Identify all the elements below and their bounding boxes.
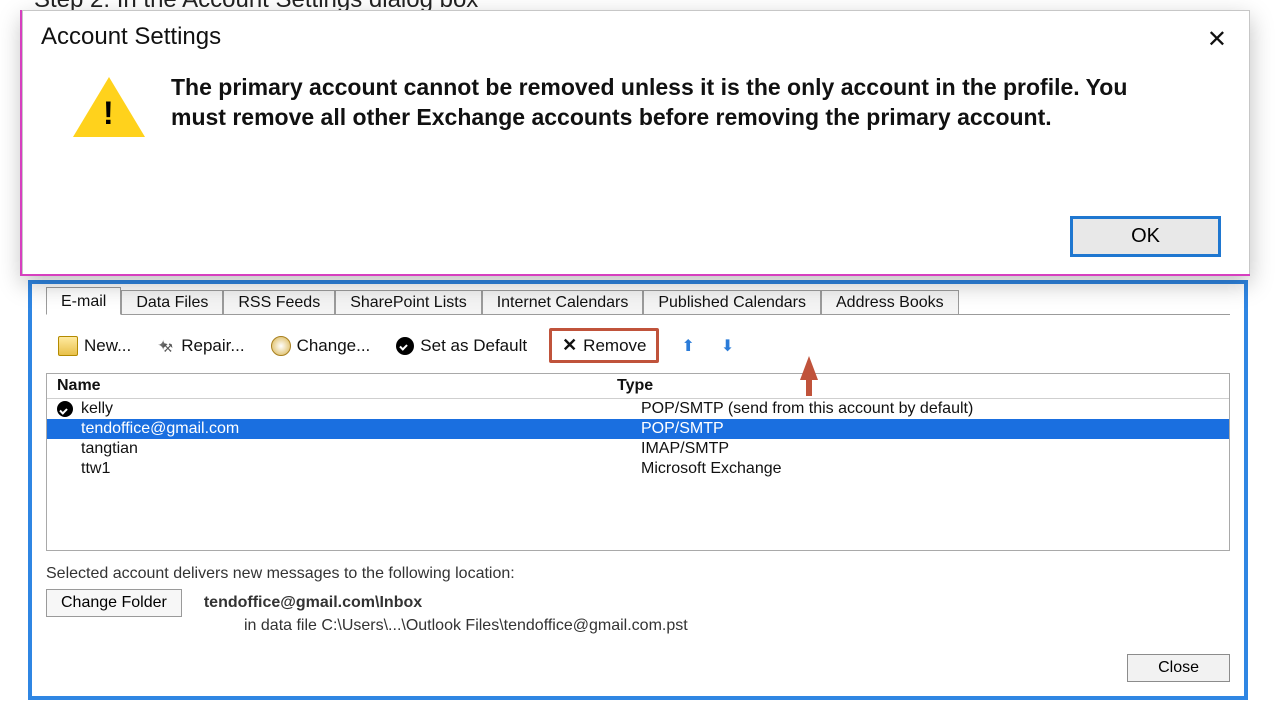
set-default-button[interactable]: Set as Default [392,334,531,358]
remove-label: Remove [583,336,646,356]
list-item[interactable]: tendoffice@gmail.com POP/SMTP [47,419,1229,439]
tab-address-books[interactable]: Address Books [821,290,959,315]
list-item[interactable]: kelly POP/SMTP (send from this account b… [47,399,1229,419]
header-type: Type [617,377,1229,395]
account-name: tangtian [81,440,138,458]
arrow-up-icon: ⬆ [681,336,694,356]
account-settings-window: E-mail Data Files RSS Feeds SharePoint L… [28,280,1248,700]
tab-email[interactable]: E-mail [46,287,121,315]
repair-button[interactable]: Repair... [153,334,248,358]
delivery-section: Selected account delivers new messages t… [46,565,1230,635]
delivery-datafile: in data file C:\Users\...\Outlook Files\… [244,617,1230,635]
annotation-arrow-icon [800,356,818,380]
move-down-button[interactable]: ⬇ [717,334,738,358]
change-icon [271,336,291,356]
annotation-border [20,274,1250,276]
list-header: Name Type [47,374,1229,399]
tabs-underline [46,314,1230,315]
account-name: tendoffice@gmail.com [81,420,239,438]
change-folder-button[interactable]: Change Folder [46,589,182,617]
account-type: Microsoft Exchange [641,460,1229,478]
new-button[interactable]: New... [54,334,135,358]
dialog-close-button[interactable]: ✕ [1197,19,1237,60]
dialog-title: Account Settings [23,11,1249,55]
arrow-down-icon: ⬇ [721,336,734,356]
close-button[interactable]: Close [1127,654,1230,682]
dialog-message: The primary account cannot be removed un… [171,73,1151,133]
envelope-icon [58,336,78,356]
delivery-intro: Selected account delivers new messages t… [46,565,1230,583]
move-up-button[interactable]: ⬆ [677,334,698,358]
warning-icon [73,77,145,137]
account-name: ttw1 [81,460,110,478]
annotation-border [20,10,22,274]
tab-internet-calendars[interactable]: Internet Calendars [482,290,644,315]
warning-dialog: Account Settings ✕ The primary account c… [22,10,1250,276]
tab-datafiles[interactable]: Data Files [121,290,223,315]
delivery-location: tendoffice@gmail.com\Inbox [204,594,422,612]
accounts-list[interactable]: Name Type kelly POP/SMTP (send from this… [46,373,1230,551]
remove-button[interactable]: ✕ Remove [549,328,659,363]
ok-button[interactable]: OK [1070,216,1221,257]
account-type: POP/SMTP [641,420,1229,438]
tab-strip: E-mail Data Files RSS Feeds SharePoint L… [46,284,1230,314]
check-icon [396,337,414,355]
annotation-arrow-stem [806,378,812,396]
x-icon: ✕ [562,335,577,356]
accounts-toolbar: New... Repair... Change... Set as Defaul… [46,328,1230,363]
list-item[interactable]: tangtian IMAP/SMTP [47,439,1229,459]
list-item[interactable]: ttw1 Microsoft Exchange [47,459,1229,479]
tab-rss[interactable]: RSS Feeds [223,290,335,315]
default-account-icon [57,401,73,417]
repair-label: Repair... [181,336,244,356]
change-button[interactable]: Change... [267,334,375,358]
new-label: New... [84,336,131,356]
account-type: IMAP/SMTP [641,440,1229,458]
close-icon: ✕ [1207,26,1227,53]
tab-published-calendars[interactable]: Published Calendars [643,290,821,315]
account-name: kelly [81,400,113,418]
wrench-icon [157,337,175,355]
change-label: Change... [297,336,371,356]
setdefault-label: Set as Default [420,336,527,356]
account-type: POP/SMTP (send from this account by defa… [641,400,1229,418]
header-name: Name [47,377,617,395]
tab-sharepoint[interactable]: SharePoint Lists [335,290,482,315]
